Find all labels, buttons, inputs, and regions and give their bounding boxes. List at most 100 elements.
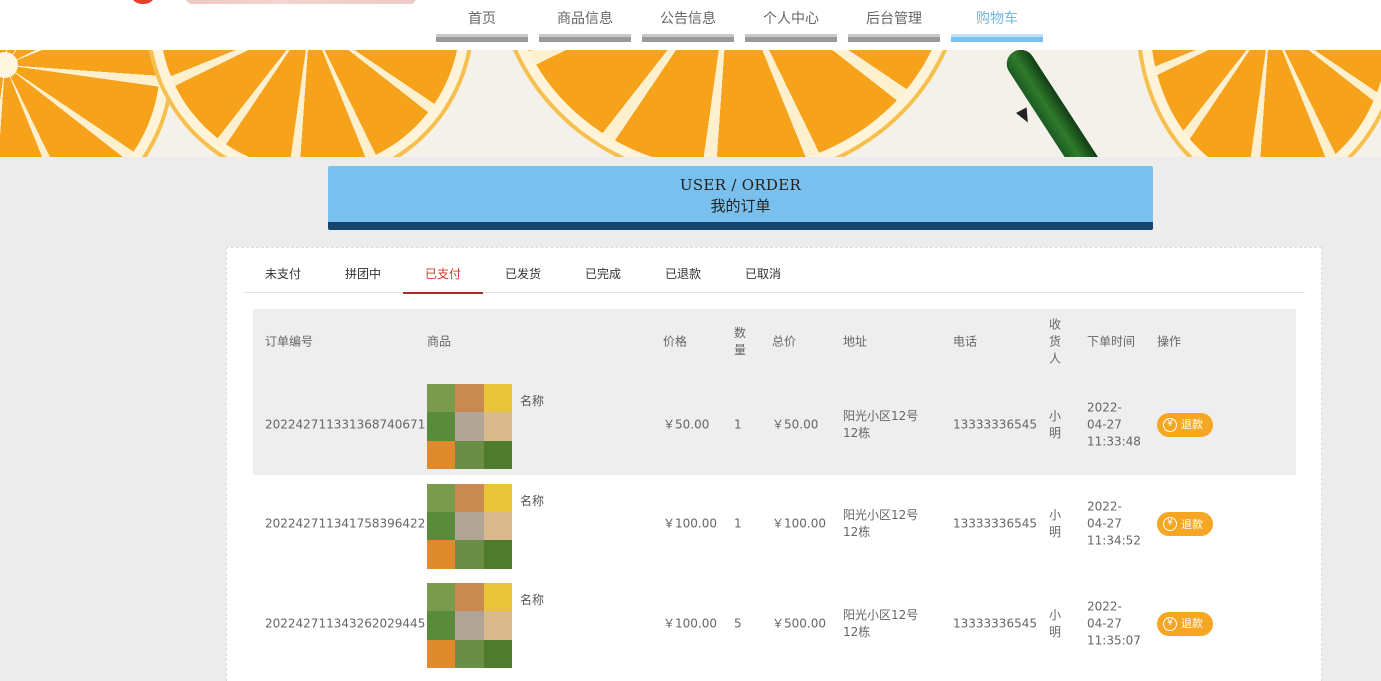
logo-mark — [130, 0, 156, 4]
nav-item-label: 公告信息 — [660, 11, 716, 27]
page-title-underline — [328, 222, 1153, 230]
green-stem-image — [1001, 50, 1107, 157]
yen-icon: ¥ — [1163, 417, 1177, 432]
orders-table: 订单编号 商品 价格 数量 总价 地址 电话 收货人 下单时间 操作 20224… — [253, 309, 1296, 674]
nav-item-bar — [848, 34, 940, 42]
nav-item-cart[interactable]: 购物车 — [951, 0, 1043, 42]
goods-thumbnail[interactable] — [427, 483, 512, 569]
goods-name[interactable]: 名称 — [520, 493, 544, 510]
tab-refunded[interactable]: 已退款 — [643, 260, 723, 293]
nav-item-bar — [539, 34, 631, 42]
yen-icon: ¥ — [1163, 517, 1177, 532]
refund-button-label: 退款 — [1181, 418, 1203, 432]
order-status-tabs: 未支付 拼团中 已支付 已发货 已完成 已退款 已取消 — [243, 260, 1305, 294]
nav-item-goods[interactable]: 商品信息 — [539, 0, 631, 42]
order-no: 202242711341758396422 — [265, 516, 426, 531]
quantity: 5 — [734, 616, 742, 631]
table-header-row: 订单编号 商品 价格 数量 总价 地址 电话 收货人 下单时间 操作 — [253, 309, 1296, 375]
logo-wordmark — [186, 0, 416, 4]
refund-button[interactable]: ¥ 退款 — [1157, 512, 1213, 537]
total: ￥500.00 — [772, 616, 826, 631]
address: 阳光小区12号12栋 — [843, 508, 919, 540]
nav-item-label: 首页 — [468, 11, 496, 27]
nav-item-bar — [642, 34, 734, 42]
total: ￥50.00 — [772, 417, 819, 432]
nav-item-profile[interactable]: 个人中心 — [745, 0, 837, 42]
phone: 13333336545 — [953, 417, 1037, 432]
order-time: 2022-04-27 11:35:07 — [1087, 599, 1141, 648]
orange-slice-image — [500, 50, 960, 157]
order-no: 202242711331368740671 — [265, 417, 426, 432]
nav-item-admin[interactable]: 后台管理 — [848, 0, 940, 42]
order-no: 202242711343262029445 — [265, 616, 426, 631]
tab-shipped[interactable]: 已发货 — [483, 260, 563, 293]
column-header-qty: 数量 — [734, 326, 747, 357]
total: ￥100.00 — [772, 516, 826, 531]
nav-item-notices[interactable]: 公告信息 — [642, 0, 734, 42]
orange-slice-image — [150, 50, 470, 157]
table-row: 202242711343262029445 名称 ￥100.00 5 ￥500.… — [253, 574, 1296, 674]
orange-slice-image — [1140, 50, 1381, 157]
nav-item-label: 购物车 — [976, 11, 1018, 27]
column-header-price: 价格 — [663, 334, 688, 349]
tab-completed[interactable]: 已完成 — [563, 260, 643, 293]
refund-button-label: 退款 — [1181, 617, 1203, 631]
nav-item-home[interactable]: 首页 — [436, 0, 528, 42]
table-row: 202242711331368740671 名称 ￥50.00 1 ￥50.00… — [253, 375, 1296, 475]
page-title-cn: 我的订单 — [710, 197, 771, 215]
top-navbar: 首页 商品信息 公告信息 个人中心 后台管理 购物车 — [0, 0, 1381, 50]
receiver: 小明 — [1049, 607, 1062, 639]
operations: ¥ 退款 — [1157, 611, 1227, 636]
column-header-goods: 商品 — [427, 334, 452, 349]
nav-item-label: 个人中心 — [763, 11, 819, 27]
quantity: 1 — [734, 516, 742, 531]
yen-icon: ¥ — [1163, 616, 1177, 631]
table-row: 202242711341758396422 名称 ￥100.00 1 ￥100.… — [253, 475, 1296, 575]
goods-thumbnail[interactable] — [427, 583, 512, 668]
nav-item-bar — [745, 34, 837, 42]
site-logo[interactable] — [100, 0, 430, 6]
main-nav: 首页 商品信息 公告信息 个人中心 后台管理 购物车 — [436, 0, 1054, 44]
order-time: 2022-04-27 11:34:52 — [1087, 499, 1141, 548]
column-header-phone: 电话 — [953, 334, 978, 349]
price: ￥100.00 — [663, 616, 717, 631]
goods-thumbnail[interactable] — [427, 384, 512, 469]
orange-slice-image — [0, 50, 170, 157]
tab-group-buying[interactable]: 拼团中 — [323, 260, 403, 293]
column-header-receiver: 收货人 — [1049, 317, 1062, 366]
goods-name[interactable]: 名称 — [520, 393, 544, 410]
refund-button[interactable]: ¥ 退款 — [1157, 412, 1213, 437]
mouse-cursor — [1016, 107, 1034, 126]
orders-panel: 未支付 拼团中 已支付 已发货 已完成 已退款 已取消 订单编号 商品 价格 数… — [226, 247, 1322, 681]
column-header-op: 操作 — [1157, 334, 1182, 349]
price: ￥100.00 — [663, 516, 717, 531]
nav-item-bar — [951, 34, 1043, 42]
refund-button[interactable]: ¥ 退款 — [1157, 611, 1213, 636]
receiver: 小明 — [1049, 408, 1062, 440]
column-header-address: 地址 — [843, 334, 868, 349]
page-title-block: USER / ORDER 我的订单 — [328, 166, 1153, 230]
refund-button-label: 退款 — [1181, 517, 1203, 531]
column-header-order-no: 订单编号 — [265, 334, 314, 349]
phone: 13333336545 — [953, 616, 1037, 631]
column-header-total: 总价 — [772, 334, 797, 349]
phone: 13333336545 — [953, 516, 1037, 531]
price: ￥50.00 — [663, 417, 710, 432]
operations: ¥ 退款 — [1157, 412, 1227, 437]
hero-banner — [0, 50, 1381, 157]
operations: ¥ 退款 — [1157, 512, 1227, 537]
receiver: 小明 — [1049, 508, 1062, 540]
address: 阳光小区12号12栋 — [843, 408, 919, 440]
nav-item-bar — [436, 34, 528, 42]
nav-item-label: 后台管理 — [866, 11, 922, 27]
nav-item-label: 商品信息 — [557, 11, 613, 27]
address: 阳光小区12号12栋 — [843, 607, 919, 639]
tab-paid[interactable]: 已支付 — [403, 260, 483, 294]
page-title-en: USER / ORDER — [679, 176, 802, 194]
quantity: 1 — [734, 417, 742, 432]
order-time: 2022-04-27 11:33:48 — [1087, 400, 1141, 449]
column-header-time: 下单时间 — [1087, 334, 1136, 349]
tab-cancelled[interactable]: 已取消 — [723, 260, 803, 293]
goods-name[interactable]: 名称 — [520, 592, 544, 609]
tab-unpaid[interactable]: 未支付 — [243, 260, 323, 293]
